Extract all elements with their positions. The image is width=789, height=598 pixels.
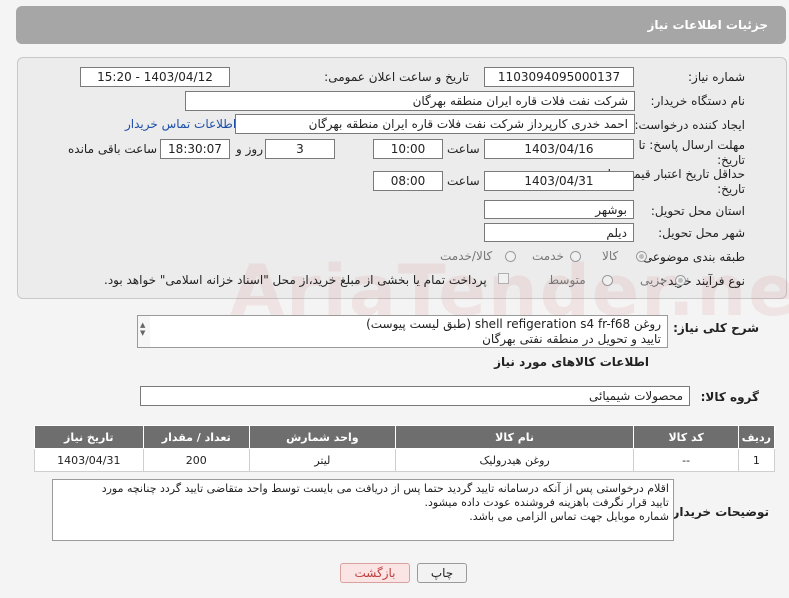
deadline-date-field: 1403/04/16: [484, 139, 634, 159]
scroll-down-icon[interactable]: ▼: [140, 324, 145, 342]
process-option-medium: متوسط: [548, 273, 586, 287]
col-unit: واحد شمارش: [249, 425, 396, 449]
category-radio-goods[interactable]: [636, 251, 647, 262]
description-line-2: تایید و تحویل در منطقه نفتی بهرگان: [482, 332, 661, 346]
remaining-label: ساعت باقی مانده: [68, 142, 158, 156]
goods-table: ردیف کد کالا نام کالا واحد شمارش تعداد /…: [34, 425, 776, 472]
category-radio-goods-service[interactable]: [505, 251, 516, 262]
validity-label-date: تاریخ:: [717, 182, 745, 196]
cell-name: روغن هیدرولیک: [394, 448, 635, 472]
back-button[interactable]: بازگشت: [340, 563, 410, 583]
goods-table-header: ردیف کد کالا نام کالا واحد شمارش تعداد /…: [34, 425, 776, 449]
cell-code: --: [633, 448, 739, 472]
process-option-minor: جزیی: [640, 273, 668, 287]
buyer-label: نام دستگاه خریدار:: [650, 94, 746, 108]
need-number-label: شماره نیاز:: [688, 70, 745, 84]
col-date: تاریخ نیاز: [34, 425, 144, 449]
table-row: 1 -- روغن هیدرولیک لیتر 200 1403/04/31: [34, 448, 776, 472]
city-field: دیلم: [484, 223, 634, 242]
days-label: روز و: [236, 142, 263, 156]
col-qty: تعداد / مقدار: [142, 425, 251, 449]
city-label: شهر محل تحویل:: [658, 226, 745, 240]
page-title: جزئیات اطلاعات نیاز: [647, 18, 768, 32]
buyer-notes-textarea[interactable]: اقلام درخواستی پس از آنکه درسامانه تایید…: [52, 479, 674, 541]
cell-qty: 200: [142, 448, 251, 472]
col-name: نام کالا: [394, 425, 635, 449]
need-number-field: 1103094095000137: [484, 67, 634, 87]
buyer-contact-link[interactable]: اطلاعات تماس خریدار: [125, 117, 236, 131]
creator-field: احمد خدری کارپرداز شرکت نفت فلات قاره ای…: [235, 114, 635, 134]
validity-date-field: 1403/04/31: [484, 171, 634, 191]
days-field: 3: [265, 139, 335, 159]
process-radio-medium[interactable]: [602, 275, 613, 286]
buyer-notes-label: توضیحات خریدار:: [667, 505, 769, 519]
process-radio-minor[interactable]: [675, 275, 686, 286]
cell-unit: لیتر: [249, 448, 396, 472]
deadline-time-field: 10:00: [373, 139, 443, 159]
remaining-time-field: 18:30:07: [160, 139, 230, 159]
cell-date: 1403/04/31: [34, 448, 144, 472]
process-label: نوع فرآیند خرید :: [660, 274, 745, 288]
description-label: شرح کلی نیاز:: [673, 321, 759, 335]
buyer-notes-line-2: تایید قرار نگرفت باهزینه فروشنده عودت دا…: [424, 496, 670, 509]
payment-checkbox[interactable]: [498, 273, 509, 284]
province-field: بوشهر: [484, 200, 634, 219]
goods-group-field: محصولات شیمیائی: [140, 386, 690, 406]
creator-label: ایجاد کننده درخواست:: [634, 118, 745, 132]
goods-section-title: اطلاعات کالاهای مورد نیاز: [494, 355, 649, 369]
province-label: استان محل تحویل:: [650, 204, 745, 218]
category-option-service: خدمت: [532, 249, 564, 263]
category-option-goods-service: کالا/خدمت: [440, 249, 493, 263]
announce-label: تاریخ و ساعت اعلان عمومی:: [324, 70, 469, 84]
col-row: ردیف: [737, 425, 776, 449]
deadline-label-date: تاریخ:: [717, 153, 745, 167]
payment-note: پرداخت تمام یا بخشی از مبلغ خرید،از محل …: [104, 273, 487, 287]
validity-time-field: 08:00: [373, 171, 443, 191]
print-button[interactable]: چاپ: [417, 563, 467, 583]
deadline-time-label: ساعت: [447, 142, 480, 156]
page-header: جزئیات اطلاعات نیاز: [16, 6, 786, 44]
category-label: طبقه بندی موضوعی:: [638, 250, 745, 264]
buyer-notes-line-1: اقلام درخواستی پس از آنکه درسامانه تایید…: [101, 482, 669, 495]
category-radio-service[interactable]: [570, 251, 581, 262]
validity-time-label: ساعت: [447, 174, 480, 188]
goods-group-label: گروه کالا:: [700, 390, 759, 404]
cell-row: 1: [737, 448, 776, 472]
col-code: کد کالا: [633, 425, 739, 449]
description-line-1: روغن shell refigeration s4 fr-f68 (طبق ل…: [366, 317, 661, 331]
category-option-goods: کالا: [602, 249, 619, 263]
buyer-field: شرکت نفت فلات قاره ایران منطقه بهرگان: [185, 91, 635, 111]
description-scrollbar[interactable]: ▲ ▼: [138, 316, 150, 347]
description-textarea[interactable]: روغن shell refigeration s4 fr-f68 (طبق ل…: [137, 315, 668, 348]
announce-field: 1403/04/12 - 15:20: [80, 67, 230, 87]
deadline-label: مهلت ارسال پاسخ: تا: [638, 138, 745, 152]
buyer-notes-line-3: شماره موبایل جهت تماس الزامی می باشد.: [469, 510, 669, 523]
